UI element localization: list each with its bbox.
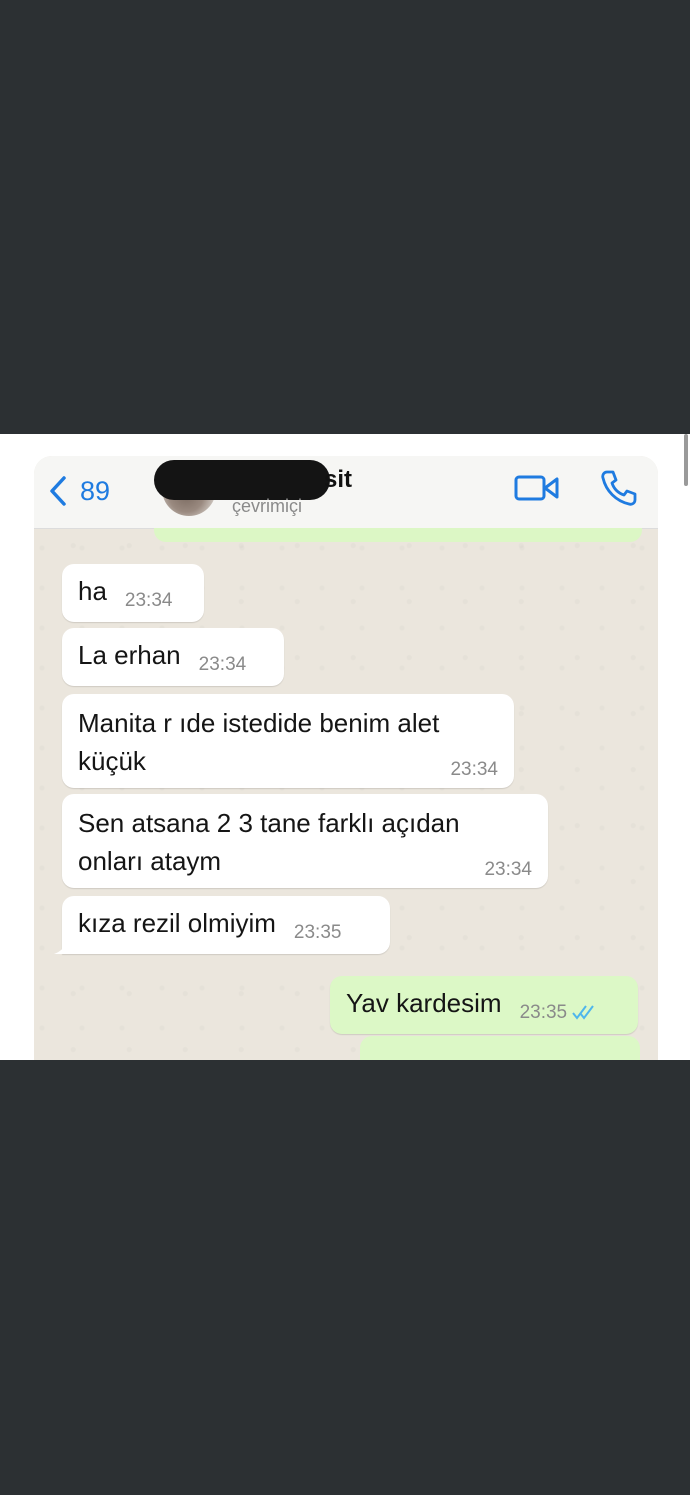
unread-count: 89 [80,475,111,506]
read-ticks-icon [572,1005,594,1020]
chevron-left-icon [50,476,66,506]
message-text: Manita r ıde istedide benim alet küçük [78,708,440,776]
message-text: ha [78,576,107,606]
message-time: 23:34 [124,590,173,611]
contact-name[interactable]: sit [324,466,352,494]
scrollbar[interactable] [684,434,688,486]
video-camera-icon[interactable] [514,470,560,506]
message-bubble[interactable]: Sen atsana 2 3 tane farklı açıdan onları… [62,794,548,888]
redaction-bar [154,460,330,500]
message-bubble[interactable]: kıza rezil olmiyim 23:35 [54,896,390,954]
message-text: Yav kardesim [346,988,502,1018]
presence-status: çevrimiçi [232,496,302,516]
message-bubble[interactable]: Manita r ıde istedide benim alet küçük 2… [62,694,514,788]
message-time-text: 23:35 [519,1002,568,1023]
chat-window: 89 sit çevrimiçi ha 23:34 La erhan 23:34 M [34,456,658,1060]
message-text: kıza rezil olmiyim [78,908,276,938]
chat-screenshot: 89 sit çevrimiçi ha 23:34 La erhan 23:34 M [0,434,690,1060]
next-message-edge [360,1036,640,1060]
message-time: 23:35 [293,922,342,943]
message-time: 23:34 [198,654,247,675]
previous-message-edge [154,528,642,542]
bubble-tail [54,940,70,954]
back-button[interactable]: 89 [46,474,110,508]
message-time: 23:34 [484,859,532,880]
message-bubble[interactable]: ha 23:34 [62,564,204,622]
message-text: Sen atsana 2 3 tane farklı açıdan onları… [78,808,460,876]
message-time: 23:35 [520,1003,598,1023]
chat-header: 89 sit çevrimiçi [34,456,658,529]
message-bubble-outgoing[interactable]: Yav kardesim 23:35 [330,976,638,1034]
message-bubble[interactable]: La erhan 23:34 [62,628,284,686]
message-time: 23:34 [450,759,498,780]
message-text: La erhan [78,640,181,670]
phone-icon[interactable] [598,468,638,508]
